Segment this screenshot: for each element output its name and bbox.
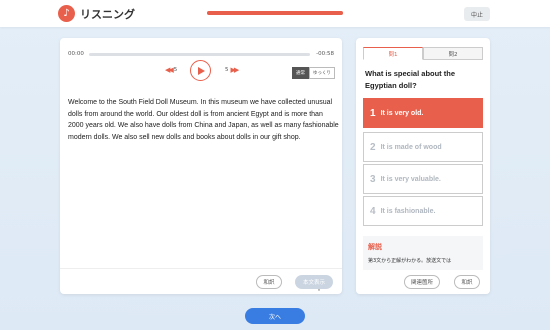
forward-icon: ▶▶ (230, 66, 240, 74)
tab-question-1[interactable]: 問1 (363, 47, 423, 60)
answer-option-4[interactable]: 4 It is fashionable. (363, 196, 483, 226)
next-button[interactable]: 次へ (245, 308, 305, 324)
answer-option-2[interactable]: 2 It is made of wood (363, 132, 483, 162)
play-icon (198, 66, 205, 75)
option-text: It is fashionable. (380, 207, 436, 215)
forward-seconds: 5 (225, 67, 229, 73)
listening-panel: 00:00 -00:58 ◀◀ 5 5 ▶▶ 通常 ゆっくり Welcome t… (60, 38, 342, 294)
tab-question-2[interactable]: 問2 (423, 47, 483, 60)
speed-toggle: 通常 ゆっくり (292, 67, 335, 79)
question-translation-button[interactable]: 和訳 (454, 275, 480, 289)
stop-button[interactable]: 中止 (464, 7, 490, 21)
speed-slow-button[interactable]: ゆっくり (309, 67, 335, 79)
time-remaining: -00:58 (316, 51, 334, 57)
option-number: 4 (370, 205, 376, 217)
option-number: 3 (370, 173, 376, 185)
playback-controls: ◀◀ 5 5 ▶▶ 通常 ゆっくり (60, 60, 342, 82)
answer-option-1[interactable]: 1 It is very old. (363, 98, 483, 128)
question-tabs: 問1 問2 (363, 47, 483, 60)
rewind-icon: ◀◀ (165, 66, 174, 74)
option-number: 2 (370, 141, 376, 153)
option-text: It is very old. (380, 109, 424, 117)
show-text-button[interactable]: 本文表示 (295, 275, 333, 289)
top-bar: ♪ リスニング 中止 (0, 0, 550, 27)
progress-fill (207, 11, 343, 15)
option-text: It is made of wood (380, 143, 442, 151)
forward-button[interactable]: 5 ▶▶ (225, 66, 239, 74)
speed-normal-button[interactable]: 通常 (292, 67, 309, 79)
passage-text: Welcome to the South Field Doll Museum. … (68, 99, 339, 141)
question-panel: 問1 問2 What is special about the Egyptian… (356, 38, 490, 294)
rewind-seconds: 5 (173, 67, 178, 73)
rewind-button[interactable]: ◀◀ 5 (163, 66, 177, 74)
option-text: It is very valuable. (380, 175, 441, 183)
question-panel-footer: 関連箇所 和訳 (356, 270, 490, 294)
explanation-box: 解説 第3文から正解がわかる。放送文では (363, 236, 483, 270)
progress-bar (207, 11, 343, 15)
answer-option-3[interactable]: 3 It is very valuable. (363, 164, 483, 194)
time-elapsed: 00:00 (68, 51, 84, 57)
panel-footer: 和訳 本文表示 (60, 268, 342, 294)
related-section-button[interactable]: 関連箇所 (404, 275, 440, 289)
page-title: リスニング (80, 8, 135, 21)
explanation-title: 解説 (368, 243, 382, 251)
translation-button[interactable]: 和訳 (256, 275, 282, 289)
music-note-logo-icon: ♪ (58, 5, 75, 22)
explanation-text: 第3文から正解がわかる。放送文では (368, 258, 452, 264)
play-button[interactable] (190, 60, 211, 81)
seek-bar[interactable] (89, 53, 310, 56)
option-number: 1 (370, 107, 376, 119)
question-text: What is special about the Egyptian doll? (365, 69, 456, 90)
